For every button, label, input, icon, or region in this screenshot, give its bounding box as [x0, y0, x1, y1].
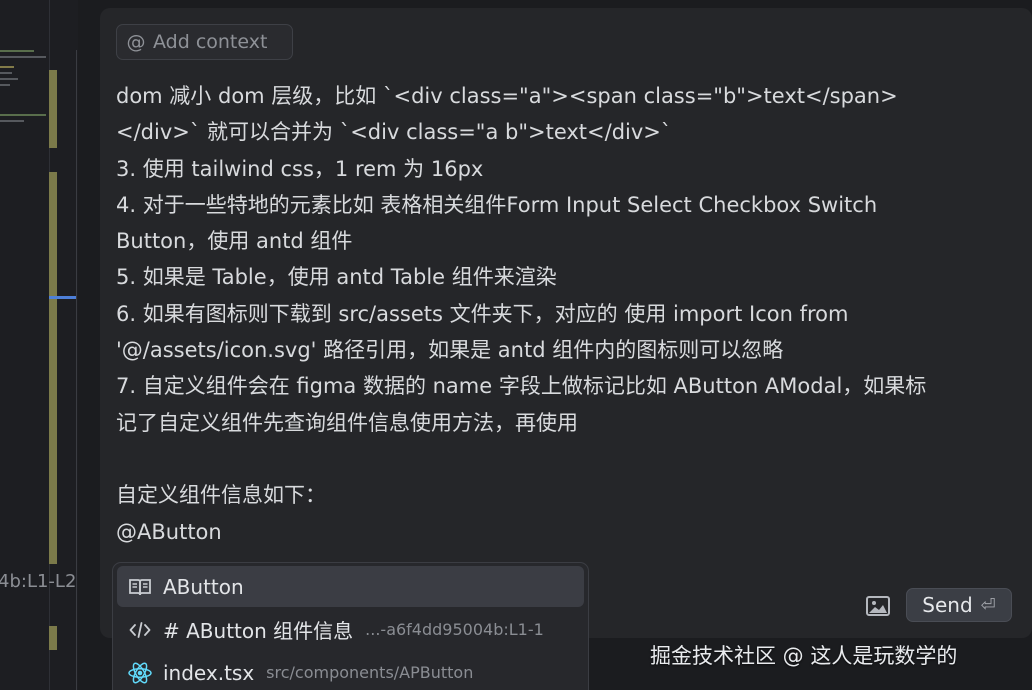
code-line — [0, 56, 46, 58]
mention-option-label: index.tsx — [163, 660, 255, 685]
code-line — [0, 50, 34, 52]
enter-key-icon: ⏎ — [980, 594, 996, 616]
code-line — [0, 120, 24, 122]
code-line — [0, 114, 46, 116]
send-label: Send — [922, 593, 973, 617]
message-line: 5. 如果是 Table，使用 antd Table 组件来渲染 — [116, 265, 557, 290]
image-icon[interactable] — [864, 592, 892, 620]
change-marker — [49, 172, 57, 564]
react-icon — [123, 661, 157, 685]
chat-composer: @ Add context ​ dom 减小 dom 层级，比如 `<div c… — [100, 8, 1032, 638]
message-line: </div>` 就可以合并为 `<div class="a b">text</d… — [116, 120, 672, 145]
message-line: 4. 对于一些特地的元素比如 表格相关组件Form Input Select C… — [116, 192, 878, 217]
message-line: Button，使用 antd 组件 — [116, 229, 353, 254]
mention-option-index-tsx[interactable]: index.tsx src/components/APButton — [117, 652, 584, 690]
mention-option-label: AButton — [163, 574, 244, 599]
app-window: 4b:L1-L2 @ Add context ​ dom 减小 dom 层级，比… — [0, 0, 1032, 690]
mention-option-label: # AButton 组件信息 — [163, 619, 354, 643]
code-line — [0, 78, 18, 80]
code-editor-minimap[interactable]: 4b:L1-L2 — [0, 0, 78, 690]
message-line-clipped: ​ — [116, 60, 1016, 78]
code-line — [0, 66, 14, 68]
message-line: 7. 自定义组件会在 figma 数据的 name 字段上做标记比如 AButt… — [116, 374, 927, 399]
mention-option-component-info[interactable]: # AButton 组件信息 ...-a6f4dd95004b:L1-1 — [117, 609, 584, 650]
mention-popup: AButton # AButton 组件信息 ...-a6f4dd95004b:… — [112, 562, 589, 690]
add-context-label: Add context — [153, 31, 268, 53]
add-context-button[interactable]: @ Add context — [116, 24, 293, 60]
message-line: '@/assets/icon.svg' 路径引用，如果是 antd 组件内的图标… — [116, 338, 784, 363]
at-icon: @ — [126, 31, 146, 53]
mention-option-abutton[interactable]: AButton — [117, 566, 584, 607]
book-icon — [123, 578, 157, 596]
message-line: dom 减小 dom 层级，比如 `<div class="a"><span c… — [116, 84, 898, 108]
code-line — [0, 72, 12, 74]
code-icon — [123, 621, 157, 639]
message-line: 自定义组件信息如下： — [116, 483, 326, 508]
mention-option-detail: ...-a6f4dd95004b:L1-1 — [365, 620, 544, 639]
editor-edge — [76, 50, 77, 690]
message-line: 3. 使用 tailwind css，1 rem 为 16px — [116, 156, 484, 181]
line-range-label: 4b:L1-L2 — [0, 571, 77, 592]
watermark: 掘金技术社区 @ 这人是玩数学的 — [650, 644, 958, 668]
minimap-cursor — [49, 296, 76, 299]
change-marker — [49, 626, 57, 650]
code-line — [0, 84, 10, 86]
message-line: @AButton — [116, 519, 222, 544]
send-button[interactable]: Send ⏎ — [906, 588, 1012, 622]
message-line: 6. 如果有图标则下载到 src/assets 文件夹下，对应的 使用 impo… — [116, 301, 849, 326]
message-line — [116, 441, 1016, 477]
message-line: 记了自定义组件先查询组件信息使用方法，再使用 — [116, 410, 578, 435]
mention-option-detail: src/components/APButton — [266, 663, 474, 682]
change-marker — [49, 70, 57, 148]
message-lines: dom 减小 dom 层级，比如 `<div class="a"><span c… — [116, 78, 1016, 550]
message-input[interactable]: ​ dom 减小 dom 层级，比如 `<div class="a"><span… — [116, 60, 1016, 556]
